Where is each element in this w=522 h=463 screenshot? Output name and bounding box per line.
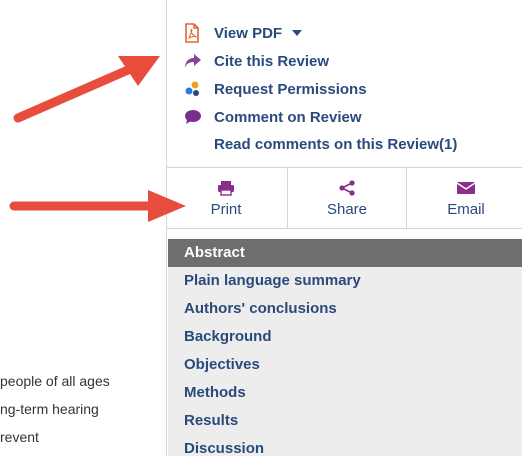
annotation-arrow-print bbox=[9, 190, 186, 222]
annotation-arrows bbox=[9, 56, 186, 222]
annotation-arrow-actions bbox=[13, 56, 160, 123]
